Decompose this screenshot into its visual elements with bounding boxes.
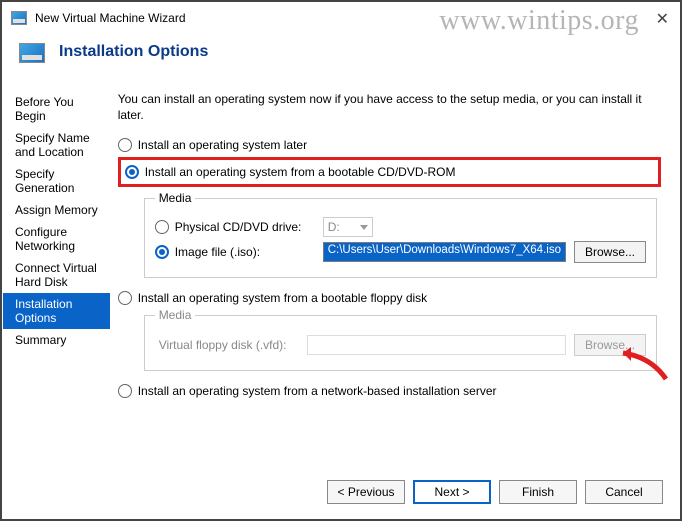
vfd-label: Virtual floppy disk (.vfd): xyxy=(159,338,299,352)
iso-path-input[interactable]: C:\Users\User\Downloads\Windows7_X64.iso xyxy=(323,242,566,262)
finish-button[interactable]: Finish xyxy=(499,480,577,504)
option-install-later[interactable]: Install an operating system later xyxy=(118,135,661,155)
vfd-row: Virtual floppy disk (.vfd): Browse... xyxy=(155,334,646,356)
option-install-network[interactable]: Install an operating system from a netwo… xyxy=(118,381,661,401)
highlighted-option: Install an operating system from a boota… xyxy=(118,157,661,187)
radio-icon-selected[interactable] xyxy=(155,245,169,259)
drive-select[interactable]: D: xyxy=(323,217,373,237)
media-cd-group: Media Physical CD/DVD drive: D: Image fi… xyxy=(144,191,657,278)
window-title: New Virtual Machine Wizard xyxy=(35,11,186,25)
cancel-button[interactable]: Cancel xyxy=(585,480,663,504)
step-configure-networking[interactable]: Configure Networking xyxy=(3,221,110,257)
option-install-cd[interactable]: Install an operating system from a boota… xyxy=(125,162,654,182)
radio-icon[interactable] xyxy=(118,384,132,398)
media-legend: Media xyxy=(155,191,196,205)
step-assign-memory[interactable]: Assign Memory xyxy=(3,199,110,221)
app-icon xyxy=(11,11,27,25)
option-install-floppy[interactable]: Install an operating system from a boota… xyxy=(118,288,661,308)
titlebar: New Virtual Machine Wizard ✕ xyxy=(3,3,679,33)
option-label: Install an operating system from a boota… xyxy=(138,291,428,305)
vfd-path-input xyxy=(307,335,566,355)
step-before-you-begin[interactable]: Before You Begin xyxy=(3,91,110,127)
wizard-footer: < Previous Next > Finish Cancel xyxy=(327,480,663,504)
option-label: Install an operating system from a netwo… xyxy=(138,384,497,398)
media-legend: Media xyxy=(155,308,196,322)
physical-drive-label: Physical CD/DVD drive: xyxy=(175,220,315,234)
step-connect-vhd[interactable]: Connect Virtual Hard Disk xyxy=(3,257,110,293)
media-floppy-group: Media Virtual floppy disk (.vfd): Browse… xyxy=(144,308,657,371)
browse-vfd-button: Browse... xyxy=(574,334,646,356)
previous-button[interactable]: < Previous xyxy=(327,480,405,504)
radio-icon[interactable] xyxy=(118,138,132,152)
option-label: Install an operating system later xyxy=(138,138,307,152)
description-text: You can install an operating system now … xyxy=(118,91,661,123)
image-file-label: Image file (.iso): xyxy=(175,245,315,259)
option-label: Install an operating system from a boota… xyxy=(145,165,456,179)
page-title: Installation Options xyxy=(59,43,663,61)
browse-iso-button[interactable]: Browse... xyxy=(574,241,646,263)
step-summary[interactable]: Summary xyxy=(3,329,110,351)
close-icon[interactable]: ✕ xyxy=(656,9,669,29)
wizard-icon xyxy=(19,43,45,63)
step-specify-name[interactable]: Specify Name and Location xyxy=(3,127,110,163)
wizard-steps-sidebar: Before You Begin Specify Name and Locati… xyxy=(3,79,110,479)
radio-icon-selected[interactable] xyxy=(125,165,139,179)
physical-drive-row[interactable]: Physical CD/DVD drive: D: xyxy=(155,217,646,237)
radio-icon[interactable] xyxy=(155,220,169,234)
radio-icon[interactable] xyxy=(118,291,132,305)
step-specify-generation[interactable]: Specify Generation xyxy=(3,163,110,199)
image-file-row[interactable]: Image file (.iso): C:\Users\User\Downloa… xyxy=(155,241,646,263)
next-button[interactable]: Next > xyxy=(413,480,491,504)
step-installation-options[interactable]: Installation Options xyxy=(3,293,110,329)
main-panel: You can install an operating system now … xyxy=(110,79,679,479)
